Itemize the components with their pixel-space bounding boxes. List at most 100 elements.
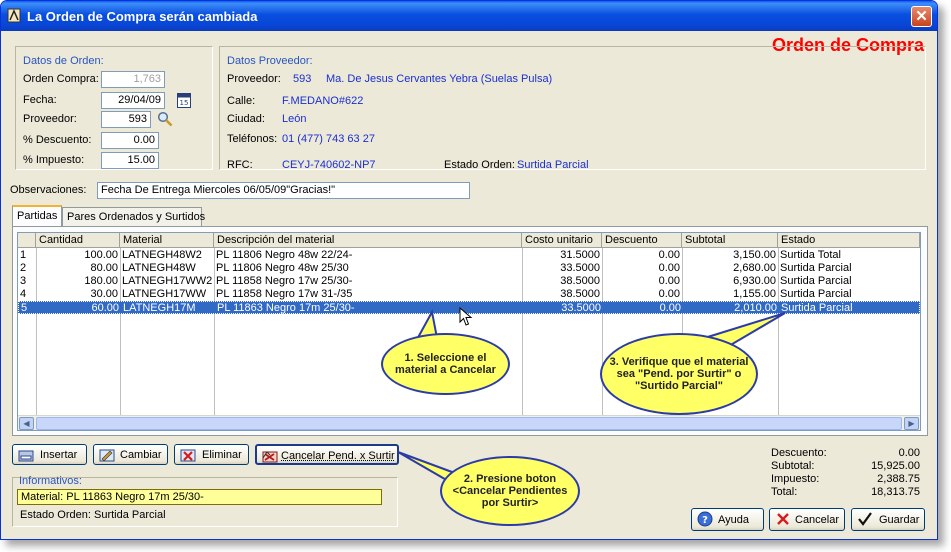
grid-header-descripcion[interactable]: Descripción del material [214,233,522,248]
orden-section-label: Datos de Orden: [23,55,104,67]
total-subtotal-value: 15,925.00 [871,460,920,472]
telefonos-label: Teléfonos: [227,133,278,145]
total-descuento-value: 0.00 [898,447,920,459]
partidas-grid[interactable]: Cantidad Material Descripción del materi… [17,232,921,431]
cell-descuento: 0.00 [658,288,680,300]
cell-material: LATNEGH17WW [122,288,207,300]
cell-descripcion: PL 11806 Negro 48w 22/24- [216,249,353,261]
proveedor-field[interactable]: 593 [101,111,151,128]
main-window: La Orden de Compra serán cambiada ✕ Orde… [0,0,938,540]
cell-estado: Surtida Parcial [781,302,853,314]
grid-header-subtotal[interactable]: Subtotal [682,233,778,248]
total-subtotal-label: Subtotal: [771,460,815,472]
cancelar-pendientes-label: Cancelar Pend. x Surtir [281,450,395,462]
telefonos-value: 01 (477) 743 63 27 [282,133,375,145]
svg-text:15: 15 [180,99,189,107]
cell-estado: Surtida Total [780,249,841,261]
prov-proveedor-nombre: Ma. De Jesus Cervantes Yebra (Suelas Pul… [326,73,553,85]
help-icon: ? [697,511,713,527]
cell-descuento: 0.00 [658,249,680,261]
mouse-pointer-icon [459,307,473,326]
grid-header-index [18,233,36,248]
title-bar[interactable]: La Orden de Compra serán cambiada ✕ [1,1,937,31]
grid-header-descuento[interactable]: Descuento [602,233,682,248]
cell-costo: 38.5000 [560,275,600,287]
insertar-label: Insertar [40,449,78,461]
cancelar-pendientes-button[interactable]: Cancelar Pend. x Surtir [255,444,399,465]
orden-compra-field: 1,763 [101,71,165,88]
calle-value: F.MEDANO#622 [282,95,364,107]
insert-icon [18,450,34,462]
grid-header-costo[interactable]: Costo unitario [522,233,602,248]
cell-cantidad: 180.00 [84,275,118,287]
cell-cantidad: 100.00 [84,249,118,261]
horizontal-scrollbar[interactable]: ◀ ▶ [18,415,920,430]
cell-descuento: 0.00 [658,275,680,287]
window-title: La Orden de Compra serán cambiada [27,9,258,24]
scroll-left-icon[interactable]: ◀ [19,417,34,430]
orden-compra-label: Orden Compra: [23,73,99,85]
scroll-thumb[interactable] [36,417,902,430]
eliminar-button[interactable]: Eliminar [174,444,249,465]
scroll-right-icon[interactable]: ▶ [904,417,919,430]
ayuda-button[interactable]: ? Ayuda [691,508,764,531]
ayuda-label: Ayuda [718,514,749,526]
edit-icon [99,449,115,462]
cancelar-button[interactable]: Cancelar [769,508,845,531]
cell-descripcion: PL 11806 Negro 48w 25/30 [216,262,349,274]
observaciones-label: Observaciones: [10,184,87,196]
table-row[interactable]: 1 100.00 LATNEGH48W2 PL 11806 Negro 48w … [18,249,920,262]
total-total-value: 18,313.75 [871,486,920,498]
app-icon [7,8,21,23]
cell-estado: Surtida Parcial [780,262,852,274]
prov-proveedor-label: Proveedor: [227,73,281,85]
table-row[interactable]: 3 180.00 LATNEGH17WW2 PL 11858 Negro 17w… [18,275,920,288]
cell-estado: Surtida Parcial [780,288,852,300]
guardar-button[interactable]: Guardar [851,508,925,531]
search-icon[interactable] [157,111,173,127]
grid-header-estado[interactable]: Estado [778,233,920,248]
row-index: 3 [20,275,27,287]
checkmark-icon [858,512,872,526]
estado-orden-value: Surtida Parcial [517,159,589,171]
observaciones-field[interactable]: Fecha De Entrega Miercoles 06/05/09"Grac… [97,182,470,199]
cambiar-button[interactable]: Cambiar [93,444,168,465]
tab-pares-ordenados[interactable]: Pares Ordenados y Surtidos [62,207,205,226]
cell-cantidad: 30.00 [90,288,118,300]
grid-header-cantidad[interactable]: Cantidad [36,233,120,248]
insertar-button[interactable]: Insertar [12,444,87,465]
cell-descuento: 0.00 [659,302,681,314]
cell-material: LATNEGH17M [123,302,196,314]
cell-subtotal: 3,150.00 [733,249,776,261]
eliminar-label: Eliminar [202,449,242,461]
ciudad-label: Ciudad: [227,113,265,125]
total-total-label: Total: [771,486,798,498]
total-descuento-label: Descuento: [771,447,827,459]
cell-subtotal: 2,010.00 [734,302,777,314]
table-row[interactable]: 2 80.00 LATNEGH48W PL 11806 Negro 48w 25… [18,262,920,275]
callout-step-3: 3. Verifique que el material sea "Pend. … [600,333,758,415]
guardar-label: Guardar [879,514,920,526]
callout-step-1: 1. Seleccione el material a Cancelar [381,333,510,395]
proveedor-group-frame [219,46,926,170]
delete-icon [180,449,196,462]
cell-descuento: 0.00 [658,262,680,274]
cambiar-label: Cambiar [120,449,162,461]
informativos-estado: Estado Orden: Surtida Parcial [20,509,166,521]
tab-partidas[interactable]: Partidas [12,205,62,227]
cell-costo: 38.5000 [560,288,600,300]
svg-text:?: ? [702,515,708,526]
grid-header-material[interactable]: Material [120,233,214,248]
calendar-icon[interactable]: 15 [177,93,191,108]
impuesto-label: % Impuesto: [23,154,85,166]
table-row[interactable]: 4 30.00 LATNEGH17WW PL 11858 Negro 17w 3… [18,288,920,301]
cell-descripcion: PL 11858 Negro 17w 25/30- [216,275,353,287]
impuesto-field[interactable]: 15.00 [101,152,159,169]
fecha-field[interactable]: 29/04/09 [101,92,165,109]
estado-orden-label: Estado Orden: [444,159,515,171]
informativos-material: Material: PL 11863 Negro 17m 25/30- [17,489,382,505]
close-button[interactable]: ✕ [911,6,932,27]
cancel-pending-icon [262,451,278,463]
descuento-field[interactable]: 0.00 [101,132,159,149]
row-index: 1 [20,249,27,261]
